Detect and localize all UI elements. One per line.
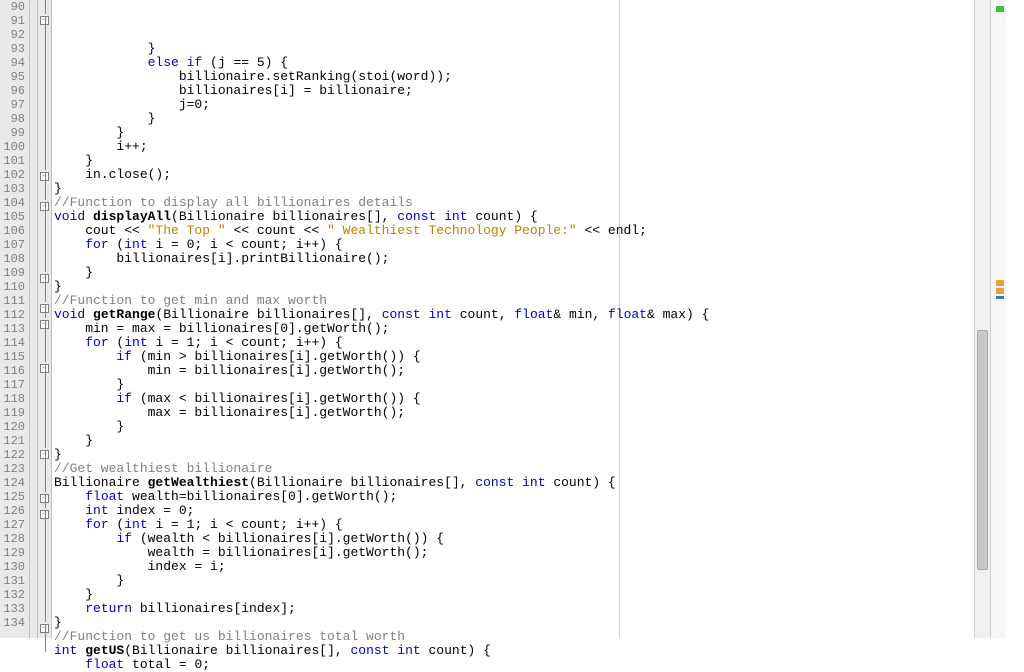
- line-number: 92: [2, 28, 25, 42]
- overview-marker[interactable]: [996, 6, 1004, 12]
- line-number: 123: [2, 462, 25, 476]
- code-line[interactable]: }: [54, 420, 1006, 434]
- code-line[interactable]: void getRange(Billionaire billionaires[]…: [54, 308, 1006, 322]
- code-line[interactable]: }: [54, 266, 1006, 280]
- code-line[interactable]: }: [54, 616, 1006, 630]
- line-number: 90: [2, 0, 25, 14]
- code-line[interactable]: for (int i = 1; i < count; i++) {: [54, 518, 1006, 532]
- code-line[interactable]: void displayAll(Billionaire billionaires…: [54, 210, 1006, 224]
- line-number: 116: [2, 364, 25, 378]
- line-number: 121: [2, 434, 25, 448]
- line-number: 99: [2, 126, 25, 140]
- marker-gutter: [30, 0, 38, 638]
- line-number: 100: [2, 140, 25, 154]
- code-line[interactable]: return billionaires[index];: [54, 602, 1006, 616]
- line-number: 131: [2, 574, 25, 588]
- line-number: 96: [2, 84, 25, 98]
- code-line[interactable]: for (int i = 0; i < count; i++) {: [54, 238, 1006, 252]
- code-line[interactable]: }: [54, 154, 1006, 168]
- line-number: 102: [2, 168, 25, 182]
- code-line[interactable]: }: [54, 182, 1006, 196]
- line-number: 112: [2, 308, 25, 322]
- line-number: 114: [2, 336, 25, 350]
- code-line[interactable]: }: [54, 588, 1006, 602]
- code-line[interactable]: float wealth=billionaires[0].getWorth();: [54, 490, 1006, 504]
- line-number: 97: [2, 98, 25, 112]
- line-number: 132: [2, 588, 25, 602]
- line-number: 127: [2, 518, 25, 532]
- line-number: 115: [2, 350, 25, 364]
- code-line[interactable]: cout << "The Top " << count << " Wealthi…: [54, 224, 1006, 238]
- code-line[interactable]: }: [54, 126, 1006, 140]
- line-number: 91: [2, 14, 25, 28]
- code-editor: 9091929394959697989910010110210310410510…: [0, 0, 1006, 638]
- code-line[interactable]: index = i;: [54, 560, 1006, 574]
- line-number: 98: [2, 112, 25, 126]
- code-line[interactable]: max = billionaires[i].getWorth();: [54, 406, 1006, 420]
- code-line[interactable]: Billionaire getWealthiest(Billionaire bi…: [54, 476, 1006, 490]
- line-number: 118: [2, 392, 25, 406]
- line-number: 122: [2, 448, 25, 462]
- line-number: 124: [2, 476, 25, 490]
- line-number: 128: [2, 532, 25, 546]
- code-line[interactable]: //Function to get min and max worth: [54, 294, 1006, 308]
- line-number: 94: [2, 56, 25, 70]
- code-line[interactable]: if (wealth < billionaires[i].getWorth())…: [54, 532, 1006, 546]
- code-line[interactable]: }: [54, 280, 1006, 294]
- code-line[interactable]: }: [54, 42, 1006, 56]
- code-line[interactable]: }: [54, 112, 1006, 126]
- code-line[interactable]: i++;: [54, 140, 1006, 154]
- code-line[interactable]: if (min > billionaires[i].getWorth()) {: [54, 350, 1006, 364]
- code-line[interactable]: }: [54, 434, 1006, 448]
- line-number: 101: [2, 154, 25, 168]
- line-number-gutter: 9091929394959697989910010110210310410510…: [0, 0, 30, 638]
- line-number: 107: [2, 238, 25, 252]
- code-line[interactable]: }: [54, 574, 1006, 588]
- line-number: 104: [2, 196, 25, 210]
- line-number: 126: [2, 504, 25, 518]
- line-number: 110: [2, 280, 25, 294]
- line-number: 117: [2, 378, 25, 392]
- code-area[interactable]: } else if (j == 5) { billionaire.setRank…: [52, 0, 1006, 638]
- code-line[interactable]: //Function to get us billionaires total …: [54, 630, 1006, 644]
- code-line[interactable]: in.close();: [54, 168, 1006, 182]
- line-number: 103: [2, 182, 25, 196]
- line-number: 109: [2, 266, 25, 280]
- fold-gutter[interactable]: −−−−−−−−−−−: [38, 0, 52, 638]
- line-number: 93: [2, 42, 25, 56]
- line-number: 95: [2, 70, 25, 84]
- line-number: 111: [2, 294, 25, 308]
- code-line[interactable]: wealth = billionaires[i].getWorth();: [54, 546, 1006, 560]
- line-number: 105: [2, 210, 25, 224]
- code-line[interactable]: if (max < billionaires[i].getWorth()) {: [54, 392, 1006, 406]
- line-number: 125: [2, 490, 25, 504]
- line-number: 113: [2, 322, 25, 336]
- code-line[interactable]: min = billionaires[i].getWorth();: [54, 364, 1006, 378]
- code-line[interactable]: //Get wealthiest billionaire: [54, 462, 1006, 476]
- line-number: 130: [2, 560, 25, 574]
- code-line[interactable]: int getUS(Billionaire billionaires[], co…: [54, 644, 1006, 658]
- code-line[interactable]: for (int i = 1; i < count; i++) {: [54, 336, 1006, 350]
- code-line[interactable]: else if (j == 5) {: [54, 56, 1006, 70]
- line-number: 106: [2, 224, 25, 238]
- code-line[interactable]: j=0;: [54, 98, 1006, 112]
- code-line[interactable]: billionaires[i] = billionaire;: [54, 84, 1006, 98]
- line-number: 119: [2, 406, 25, 420]
- code-line[interactable]: int index = 0;: [54, 504, 1006, 518]
- code-line[interactable]: min = max = billionaires[0].getWorth();: [54, 322, 1006, 336]
- line-number: 108: [2, 252, 25, 266]
- line-number: 134: [2, 616, 25, 630]
- line-number: 129: [2, 546, 25, 560]
- line-number: 120: [2, 420, 25, 434]
- code-line[interactable]: }: [54, 378, 1006, 392]
- line-number: 133: [2, 602, 25, 616]
- code-line[interactable]: float total = 0;: [54, 658, 1006, 672]
- code-line[interactable]: billionaire.setRanking(stoi(word));: [54, 70, 1006, 84]
- code-line[interactable]: //Function to display all billionaires d…: [54, 196, 1006, 210]
- code-line[interactable]: }: [54, 448, 1006, 462]
- code-line[interactable]: billionaires[i].printBillionaire();: [54, 252, 1006, 266]
